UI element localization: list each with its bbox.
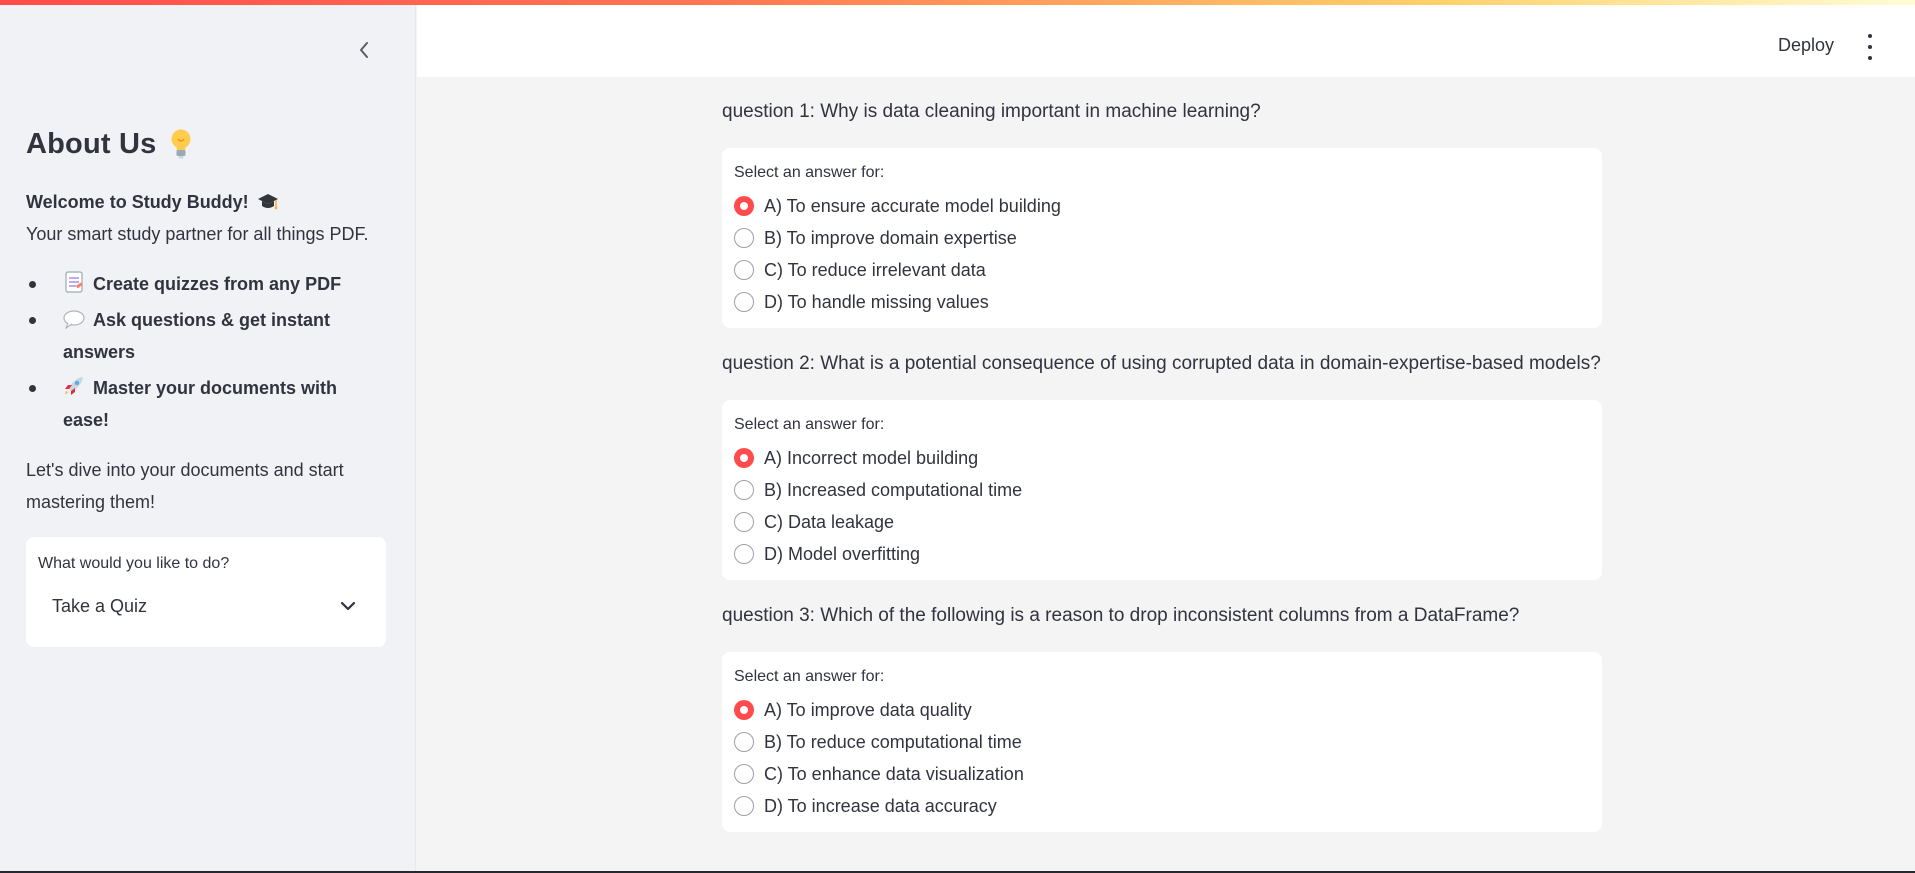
top-decoration-stripe	[0, 0, 1915, 5]
feature-label: Create quizzes from any PDF	[93, 274, 342, 294]
list-item: Create quizzes from any PDF	[26, 268, 386, 300]
radio-group: A) Incorrect model building B) Increased…	[734, 442, 1590, 570]
option-label: B) Increased computational time	[764, 479, 1023, 500]
option-label: A) To improve data quality	[764, 699, 972, 720]
main-menu-icon[interactable]	[1860, 34, 1880, 60]
light-bulb-icon	[168, 127, 194, 161]
action-select-dropdown[interactable]: Take a Quiz	[38, 585, 374, 627]
radio-group: A) To ensure accurate model building B) …	[734, 190, 1590, 318]
feature-label: Ask questions & get instant answers	[63, 310, 331, 362]
radio-button[interactable]	[734, 228, 754, 248]
action-select-label: What would you like to do?	[38, 555, 230, 572]
option-label: C) To enhance data visualization	[764, 763, 1024, 784]
radio-option[interactable]: A) To ensure accurate model building	[734, 190, 1590, 222]
radio-option[interactable]: A) Incorrect model building	[734, 442, 1590, 474]
radio-button[interactable]	[734, 764, 754, 784]
app-header	[417, 5, 1915, 77]
list-item: Ask questions & get instant answers	[26, 304, 386, 368]
radio-button[interactable]	[734, 796, 754, 816]
option-label: C) Data leakage	[764, 511, 895, 532]
answer-card: Select an answer for: A) To improve data…	[722, 652, 1602, 832]
radio-option[interactable]: B) To improve domain expertise	[734, 222, 1590, 254]
feature-label: Master your documents with ease!	[63, 378, 338, 430]
radio-option[interactable]: B) Increased computational time	[734, 474, 1590, 506]
sidebar: About Us Welcome to Study Buddy! Your sm…	[0, 0, 416, 873]
tagline: Your smart study partner for all things …	[26, 224, 369, 244]
list-item: Master your documents with ease!	[26, 372, 386, 436]
option-label: D) Model overfitting	[764, 543, 921, 564]
question-block-2: question 2: What is a potential conseque…	[722, 342, 1602, 580]
radio-option[interactable]: D) To increase data accuracy	[734, 790, 1590, 822]
feature-list: Create quizzes from any PDF Ask question…	[26, 268, 386, 436]
radio-button[interactable]	[734, 732, 754, 752]
radio-button-selected[interactable]	[734, 700, 754, 720]
radio-button-selected[interactable]	[734, 196, 754, 216]
radio-option[interactable]: B) To reduce computational time	[734, 726, 1590, 758]
sidebar-content: About Us Welcome to Study Buddy! Your sm…	[26, 122, 386, 518]
option-label: A) Incorrect model building	[764, 447, 979, 468]
dive-in-text: Let's dive into your documents and start…	[26, 460, 344, 512]
welcome-line: Welcome to Study Buddy!	[26, 186, 386, 218]
option-label: A) To ensure accurate model building	[764, 195, 1061, 216]
answer-card: Select an answer for: A) To ensure accur…	[722, 148, 1602, 328]
radio-option[interactable]: C) To reduce irrelevant data	[734, 254, 1590, 286]
option-label: D) To increase data accuracy	[764, 795, 997, 816]
radio-button[interactable]	[734, 480, 754, 500]
option-label: C) To reduce irrelevant data	[764, 259, 986, 280]
radio-option[interactable]: A) To improve data quality	[734, 694, 1590, 726]
radio-option[interactable]: D) Model overfitting	[734, 538, 1590, 570]
radio-button[interactable]	[734, 260, 754, 280]
speech-bubble-icon	[63, 310, 85, 329]
question-block-3: question 3: Which of the following is a …	[722, 594, 1602, 832]
rocket-icon	[65, 377, 83, 395]
answer-card: Select an answer for: A) Incorrect model…	[722, 400, 1602, 580]
deploy-button[interactable]: Deploy	[1778, 35, 1834, 56]
chevron-left-icon	[360, 42, 368, 58]
question-text: question 3: Which of the following is a …	[722, 605, 1520, 626]
answer-prompt: Select an answer for:	[734, 416, 885, 433]
radio-option[interactable]: C) Data leakage	[734, 506, 1590, 538]
collapse-sidebar-button[interactable]	[350, 36, 378, 64]
question-text: question 1: Why is data cleaning importa…	[722, 101, 1261, 122]
graduation-cap-icon	[257, 194, 278, 210]
radio-option[interactable]: C) To enhance data visualization	[734, 758, 1590, 790]
memo-icon	[65, 271, 83, 293]
answer-prompt: Select an answer for:	[734, 164, 885, 181]
question-text: question 2: What is a potential conseque…	[722, 353, 1601, 374]
action-select-value: Take a Quiz	[52, 595, 148, 616]
welcome-text: Welcome to Study Buddy!	[26, 192, 249, 212]
option-label: B) To reduce computational time	[764, 731, 1022, 752]
radio-option[interactable]: D) To handle missing values	[734, 286, 1590, 318]
radio-button-selected[interactable]	[734, 448, 754, 468]
question-block-1: question 1: Why is data cleaning importa…	[722, 90, 1602, 328]
action-select-card: What would you like to do? Take a Quiz	[26, 537, 386, 647]
radio-button[interactable]	[734, 292, 754, 312]
option-label: D) To handle missing values	[764, 291, 989, 312]
answer-prompt: Select an answer for:	[734, 668, 885, 685]
chevron-down-icon	[340, 601, 356, 611]
radio-group: A) To improve data quality B) To reduce …	[734, 694, 1590, 822]
radio-button[interactable]	[734, 512, 754, 532]
about-us-heading: About Us	[26, 122, 386, 166]
option-label: B) To improve domain expertise	[764, 227, 1017, 248]
radio-button[interactable]	[734, 544, 754, 564]
about-us-title: About Us	[26, 127, 157, 160]
quiz-main: question 1: Why is data cleaning importa…	[722, 90, 1602, 846]
